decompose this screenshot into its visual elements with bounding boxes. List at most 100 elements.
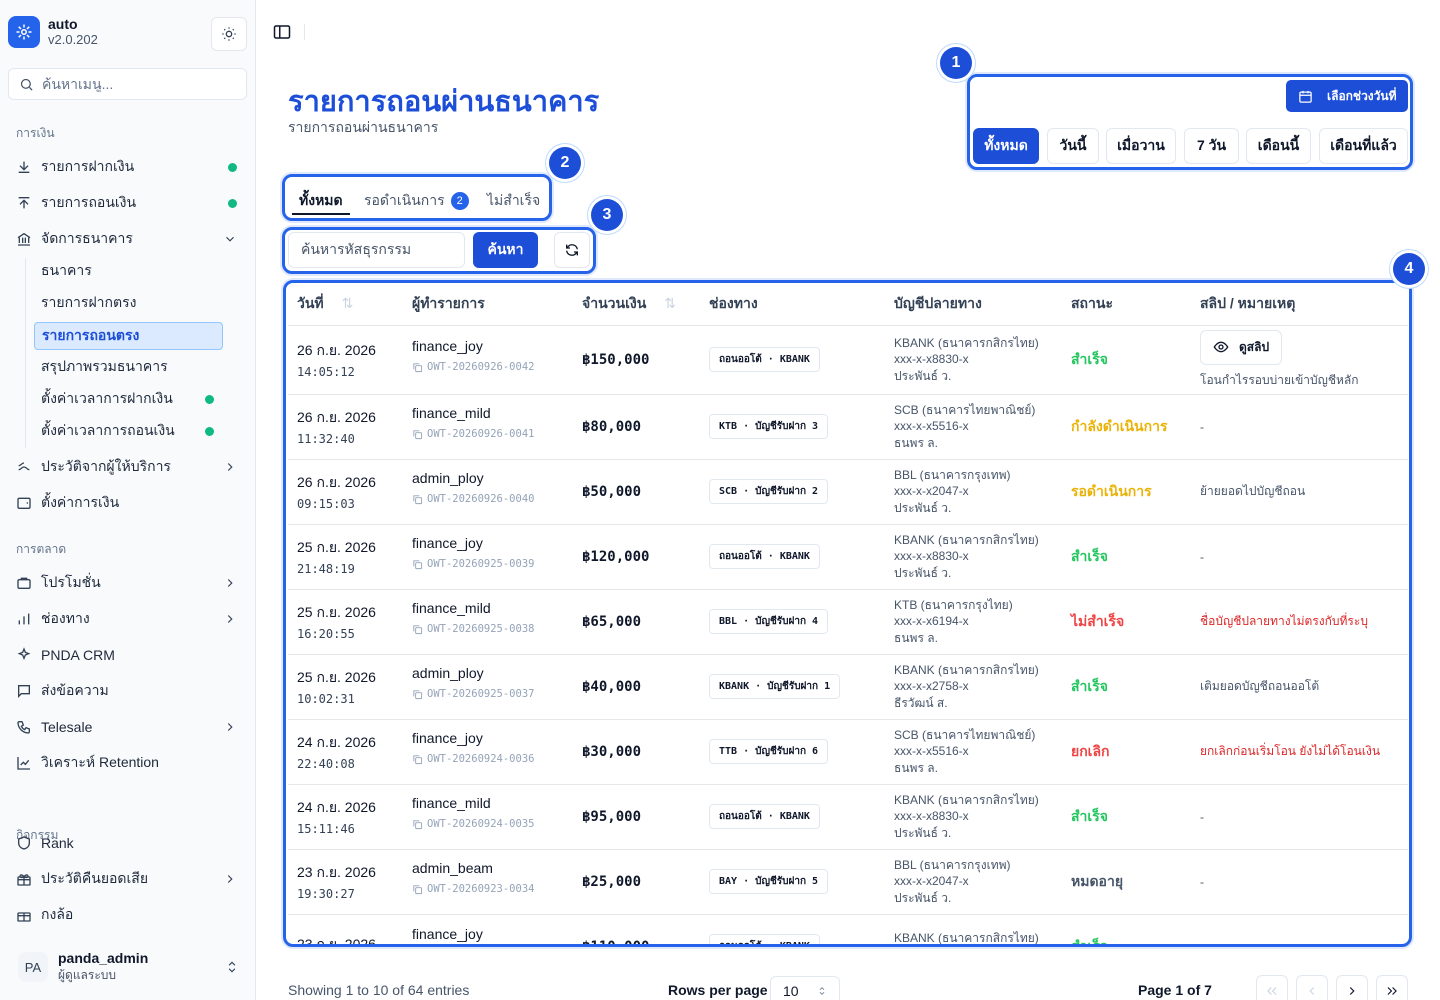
sub-direct-deposit[interactable]: รายการฝากตรง — [34, 290, 223, 316]
tab-all[interactable]: ทั้งหมด — [299, 186, 343, 216]
date-range-picker-button[interactable]: เลือกช่วงวันที่ — [1286, 80, 1408, 112]
briefcase-icon — [17, 577, 31, 589]
table-row[interactable]: 26 ก.ย. 2026 09:15:03 admin_ploy OWT-202609… — [288, 459, 1408, 525]
annotation-badge-3: 3 — [591, 199, 623, 231]
copy-icon — [413, 362, 423, 372]
sort-icon[interactable]: ⇅ — [664, 295, 676, 311]
sub-withdraw-time[interactable]: ตั้งค่าเวลาการถอนเงิน — [34, 418, 223, 444]
sub-bank[interactable]: ธนาคาร — [34, 258, 223, 284]
row-time: 21:48:19 — [297, 562, 355, 576]
col-date[interactable]: วันที่ ⇅ — [288, 284, 403, 326]
nav-provider-history[interactable]: ประวัติจากผู้ให้บริการ — [8, 451, 247, 483]
nav-deposits[interactable]: รายการฝากเงิน — [8, 151, 247, 183]
sidebar-toggle-icon[interactable] — [273, 24, 291, 40]
row-ref[interactable]: OWT-20260925-0039 — [412, 558, 573, 570]
sub-direct-withdraw[interactable]: รายการถอนตรง — [34, 322, 223, 350]
first-page-button[interactable] — [1256, 975, 1288, 1000]
nav-bank-management[interactable]: จัดการธนาคาร — [8, 223, 247, 255]
nav-channels[interactable]: ช่องทาง — [8, 603, 247, 635]
nav-cashback[interactable]: ประวัติคืนยอดเสีย — [8, 863, 247, 895]
table-row[interactable]: 23 ก.ย. 2026 finance_joy ฿110,000 ถอนออโต้ … — [288, 914, 1408, 944]
range-yesterday[interactable]: เมื่อวาน — [1106, 128, 1176, 164]
nav-rank[interactable]: Rank — [8, 827, 247, 859]
row-account-number: xxx-x-x8830-x — [894, 549, 969, 564]
table-row[interactable]: 24 ก.ย. 2026 15:11:46 finance_mild OWT-2026… — [288, 784, 1408, 850]
row-ref[interactable]: OWT-20260926-0040 — [412, 493, 573, 505]
nav-crm[interactable]: PNDA CRM — [8, 639, 247, 671]
nav-messages[interactable]: ส่งข้อความ — [8, 675, 247, 707]
transaction-search-input[interactable]: ค้นหารหัสธุรกรรม — [288, 232, 465, 268]
nav-retention[interactable]: วิเคราะห์ Retention — [8, 747, 247, 779]
pending-count-badge: 2 — [450, 192, 469, 210]
table-row[interactable]: 25 ก.ย. 2026 10:02:31 admin_ploy OWT-202609… — [288, 654, 1408, 720]
row-note: โอนกำไรรอบบ่ายเข้าบัญชีหลัก — [1200, 372, 1359, 387]
search-button[interactable]: ค้นหา — [473, 232, 538, 268]
table-row[interactable]: 25 ก.ย. 2026 16:20:55 finance_mild OWT-2026… — [288, 589, 1408, 655]
tab-failed[interactable]: ไม่สำเร็จ — [487, 186, 540, 216]
range-today[interactable]: วันนี้ — [1047, 128, 1099, 164]
user-menu[interactable]: PA panda_admin ผู้ดูแลระบบ — [8, 945, 247, 989]
row-time: 15:11:46 — [297, 822, 355, 836]
sub-deposit-time[interactable]: ตั้งค่าเวลาการฝากเงิน — [34, 386, 223, 412]
row-ref[interactable]: OWT-20260926-0041 — [412, 428, 573, 440]
range-all[interactable]: ทั้งหมด — [973, 128, 1039, 164]
copy-icon — [413, 884, 423, 894]
row-ref-text: OWT-20260925-0039 — [427, 558, 535, 570]
col-channel: ช่องทาง — [700, 284, 885, 326]
col-amount[interactable]: จำนวนเงิน ⇅ — [573, 284, 700, 326]
user-role: ผู้ดูแลระบบ — [58, 967, 117, 982]
table-row[interactable]: 24 ก.ย. 2026 22:40:08 finance_joy OWT-20260… — [288, 719, 1408, 785]
rows-per-page-label: Rows per page — [668, 982, 768, 998]
menu-search[interactable] — [8, 68, 247, 100]
row-time: 10:02:31 — [297, 692, 355, 706]
eye-icon — [1213, 341, 1229, 353]
nav-withdrawals[interactable]: รายการถอนเงิน — [8, 187, 247, 219]
sub-bank-summary[interactable]: สรุปภาพรวมธนาคาร — [34, 354, 223, 380]
row-bank: SCB (ธนาคารไทยพาณิชย์) — [894, 402, 1036, 417]
col-amount-label: จำนวนเงิน — [582, 295, 647, 312]
prev-page-button[interactable] — [1296, 975, 1328, 1000]
nav-box[interactable]: กงล้อ — [8, 899, 247, 931]
chevrons-left-icon — [1267, 987, 1277, 995]
table-row[interactable]: 26 ก.ย. 2026 14:05:12 finance_joy OWT-20260… — [288, 325, 1408, 395]
status-badge: ยกเลิก — [1071, 742, 1110, 759]
row-ref[interactable]: OWT-20260924-0036 — [412, 753, 573, 765]
row-ref[interactable]: OWT-20260925-0038 — [412, 623, 573, 635]
bank-icon — [17, 232, 31, 246]
table-row[interactable]: 25 ก.ย. 2026 21:48:19 finance_joy OWT-20260… — [288, 524, 1408, 590]
range-7-days[interactable]: 7 วัน — [1184, 128, 1239, 164]
table-row[interactable]: 26 ก.ย. 2026 11:32:40 finance_mild OWT-2026… — [288, 394, 1408, 460]
table-row[interactable]: 23 ก.ย. 2026 19:30:27 admin_beam OWT-202609… — [288, 849, 1408, 915]
next-page-button[interactable] — [1336, 975, 1368, 1000]
view-slip-button[interactable]: ดูสลิป — [1200, 329, 1283, 365]
refresh-button[interactable] — [554, 232, 590, 268]
theme-toggle-button[interactable] — [211, 17, 247, 51]
last-page-button[interactable] — [1376, 975, 1408, 1000]
channel-badge: BAY · บัญชีรับฝาก 5 — [709, 869, 829, 894]
menu-search-input[interactable] — [42, 76, 232, 92]
range-last-month[interactable]: เดือนที่แล้ว — [1319, 128, 1408, 164]
nav-promotions[interactable]: โปรโมชั่น — [8, 567, 247, 599]
row-note: ยกเลิกก่อนเริ่มโอน ยังไม่ได้โอนเงิน — [1200, 744, 1381, 758]
row-ref[interactable]: OWT-20260923-0034 — [412, 883, 573, 895]
gift-icon — [17, 912, 31, 922]
tab-pending[interactable]: รอดำเนินการ 2 — [364, 186, 469, 216]
range-this-month[interactable]: เดือนนี้ — [1246, 128, 1311, 164]
nav-telesale[interactable]: Telesale — [8, 711, 247, 743]
history-icon — [18, 462, 30, 471]
row-account-number: xxx-x-x8830-x — [894, 809, 969, 824]
row-ref[interactable]: OWT-20260926-0042 — [412, 361, 573, 373]
row-note: - — [1200, 809, 1204, 824]
nav-provider-history-label: ประวัติจากผู้ให้บริการ — [41, 458, 171, 474]
row-ref[interactable]: OWT-20260925-0037 — [412, 688, 573, 700]
nav-finance-settings[interactable]: ตั้งค่าการเงิน — [8, 487, 247, 519]
channel-badge: KBANK · บัญชีรับฝาก 1 — [709, 674, 841, 699]
rows-per-page-select[interactable]: 10 — [770, 976, 840, 1000]
row-account-number: xxx-x-x5516-x — [894, 744, 969, 759]
nav-messages-label: ส่งข้อความ — [41, 682, 109, 698]
brand[interactable]: auto v2.0.202 — [8, 16, 98, 48]
row-ref[interactable]: OWT-20260924-0035 — [412, 818, 573, 830]
app-name: auto — [48, 16, 78, 32]
sort-icon[interactable]: ⇅ — [342, 295, 354, 311]
row-account-holder: ประพันธ์ ว. — [894, 890, 952, 905]
